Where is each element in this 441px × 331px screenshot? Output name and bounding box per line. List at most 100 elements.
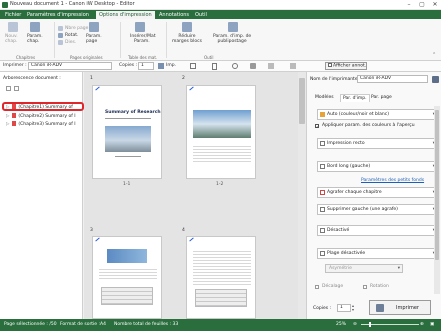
printer-name-label: Nom de l'imprimante : bbox=[310, 77, 361, 82]
zoom-icon[interactable] bbox=[232, 63, 238, 69]
preview-scrollbar-thumb[interactable] bbox=[299, 78, 305, 124]
range-icon bbox=[320, 251, 325, 256]
zoom-in-icon[interactable]: ⊕ bbox=[420, 322, 424, 327]
range-select[interactable]: Plage désactivée▾ bbox=[317, 248, 438, 259]
tree-item-chapitre2[interactable]: ▷ (Chapitre2) Summary of I bbox=[6, 113, 82, 119]
page-image bbox=[107, 249, 147, 263]
color-mode-select[interactable]: Auto (couleur/noir et blanc)▾ bbox=[317, 109, 438, 120]
page-number: 3 bbox=[90, 228, 93, 233]
group-outil: Outil bbox=[204, 55, 214, 60]
print-button[interactable]: Imprimer bbox=[369, 300, 431, 315]
chapter-settings-icon bbox=[30, 22, 40, 32]
maximize-icon[interactable]: ▢ bbox=[418, 1, 426, 8]
page-thumbnail-2[interactable] bbox=[186, 85, 256, 179]
param-page-button[interactable]: Param. page bbox=[86, 34, 102, 44]
page-thumbnail-4[interactable] bbox=[186, 236, 256, 319]
annotation-icon[interactable] bbox=[290, 63, 296, 69]
page-icon[interactable] bbox=[212, 63, 217, 70]
settings-scrollbar-thumb[interactable] bbox=[435, 110, 439, 260]
staple-select[interactable]: Agrafer chaque chapitre▾ bbox=[317, 187, 438, 198]
zoom-out-icon[interactable]: ⊖ bbox=[353, 322, 357, 327]
printer-select[interactable]: Canon iR-ADV bbox=[28, 62, 112, 70]
staple-position-icon bbox=[320, 207, 325, 212]
imp-button[interactable]: Imp. bbox=[166, 63, 176, 68]
expand-all-icon[interactable] bbox=[6, 86, 11, 91]
page-text-line bbox=[105, 118, 151, 119]
afficher-annot-label: Afficher annot. bbox=[333, 63, 367, 69]
delete-staples-select[interactable]: Supprimer gauche (une agrafe)▾ bbox=[317, 204, 438, 215]
print-icon[interactable] bbox=[158, 63, 164, 69]
close-icon[interactable]: ✕ bbox=[431, 1, 439, 8]
page-text-line bbox=[115, 156, 141, 157]
tab-par-page[interactable]: Par. page bbox=[369, 94, 394, 101]
zoom-value: 25% bbox=[336, 322, 347, 327]
page-thumbnail-1[interactable]: Summary of Research bbox=[92, 85, 162, 179]
color-mode-value: Auto (couleur/noir et blanc) bbox=[327, 112, 389, 117]
page-number: 1 bbox=[90, 76, 93, 81]
copies-input[interactable]: 1 bbox=[138, 62, 154, 70]
tree-item-chapitre3[interactable]: ▷ (Chapitre3) Summary of I bbox=[6, 121, 82, 127]
copies-stepper[interactable]: ▴ ▾ bbox=[352, 304, 354, 312]
tab-parametres-impression[interactable]: Paramètres d'impression bbox=[24, 11, 92, 19]
rotation-checkbox[interactable] bbox=[363, 285, 367, 289]
zoom-slider-handle[interactable] bbox=[369, 322, 371, 327]
expand-icon[interactable]: ▷ bbox=[6, 122, 9, 127]
copies-label: Copies : bbox=[119, 63, 138, 68]
minimize-icon[interactable]: – bbox=[405, 1, 413, 8]
param-chap-button[interactable]: Param. chap. bbox=[27, 34, 43, 44]
tab-annotations[interactable]: Annotations bbox=[156, 11, 192, 19]
asymmetric-select[interactable]: Asymétrie ▾ bbox=[325, 264, 403, 273]
tab-fichier[interactable]: Fichier bbox=[2, 11, 24, 19]
param-imp-publipostage-button[interactable]: Param. d'imp. de publipostage bbox=[213, 34, 251, 44]
nouv-chap-button[interactable]: Nouv. chap. bbox=[5, 34, 18, 44]
offset-checkbox[interactable] bbox=[315, 285, 319, 289]
expand-icon[interactable]: ▷ bbox=[6, 114, 9, 119]
page-text-block bbox=[193, 249, 251, 285]
binding-select[interactable]: Bord long (gauche)▾ bbox=[317, 161, 438, 172]
settings-scrollbar[interactable] bbox=[434, 106, 440, 294]
reduire-marges-button[interactable]: Réduire marges blocs bbox=[172, 34, 202, 44]
rotat-button[interactable]: Rotat. bbox=[65, 33, 78, 38]
output-format-status: Format de sortie :A4 bbox=[60, 322, 106, 327]
binding-icon bbox=[320, 164, 325, 169]
preview-area[interactable]: 1 Summary of Research 1-1 2 1-2 3 4 bbox=[84, 72, 306, 319]
copies-field-value: 1 bbox=[340, 305, 343, 310]
ribbon: Nouv. chap. Param. chap. Chapitres Nbre … bbox=[0, 19, 441, 61]
finish-params-link[interactable]: Paramètres des petits fonds bbox=[361, 178, 424, 183]
tab-par-imp[interactable]: Par. d'imp. bbox=[340, 94, 370, 102]
page-text-block bbox=[193, 144, 251, 162]
apply-colors-checkbox[interactable]: ✓ bbox=[315, 124, 319, 129]
printer-settings-icon[interactable] bbox=[432, 76, 439, 83]
page-settings-icon bbox=[89, 22, 99, 32]
staple-value: Agrafer chaque chapitre bbox=[327, 190, 382, 195]
collapse-ribbon-icon[interactable]: ⌃ bbox=[432, 52, 436, 58]
print-mode-select[interactable]: Impression recto▾ bbox=[317, 138, 438, 149]
afficher-annot-button[interactable]: Afficher annot. bbox=[325, 62, 367, 70]
fit-page-icon[interactable]: ▣ bbox=[430, 322, 434, 327]
tab-options-impression[interactable]: Options d'impression bbox=[96, 11, 155, 19]
tab-modeles[interactable]: Modèles bbox=[313, 94, 336, 101]
param-toc-button[interactable]: Param. bbox=[134, 39, 150, 44]
page-thumbnail-3[interactable] bbox=[92, 236, 162, 319]
staple-icon bbox=[320, 190, 325, 195]
tab-outil[interactable]: Outil bbox=[192, 11, 210, 19]
document-tree-title: Arborescence document : bbox=[3, 76, 61, 81]
tree-item-label: (Chapitre3) Summary of I bbox=[18, 122, 76, 127]
selected-page-status: Page sélectionnée : /50 bbox=[4, 322, 57, 327]
preview-scrollbar[interactable] bbox=[298, 72, 306, 319]
group-chapitres: Chapitres bbox=[16, 55, 36, 60]
page-label: 1-2 bbox=[216, 182, 224, 187]
pan-icon[interactable] bbox=[268, 63, 274, 69]
document-tree-pane: Arborescence document : ▷ (Chapitre1) Su… bbox=[0, 72, 84, 319]
printer-name-select[interactable]: Canon iR-ADV bbox=[357, 75, 428, 83]
collapse-all-icon[interactable] bbox=[14, 86, 19, 91]
layout-icon[interactable] bbox=[190, 63, 196, 69]
zoom-slider[interactable] bbox=[361, 322, 419, 327]
copies-field[interactable]: 1 bbox=[337, 304, 351, 312]
dies-button[interactable]: Dies. bbox=[65, 40, 76, 45]
page-label: 1-1 bbox=[123, 182, 131, 187]
settings-icon[interactable] bbox=[250, 63, 256, 69]
document-icon bbox=[11, 121, 16, 126]
nbre-page-button[interactable]: Nbre page bbox=[65, 26, 88, 31]
punch-select[interactable]: Désactivé▾ bbox=[317, 225, 438, 236]
